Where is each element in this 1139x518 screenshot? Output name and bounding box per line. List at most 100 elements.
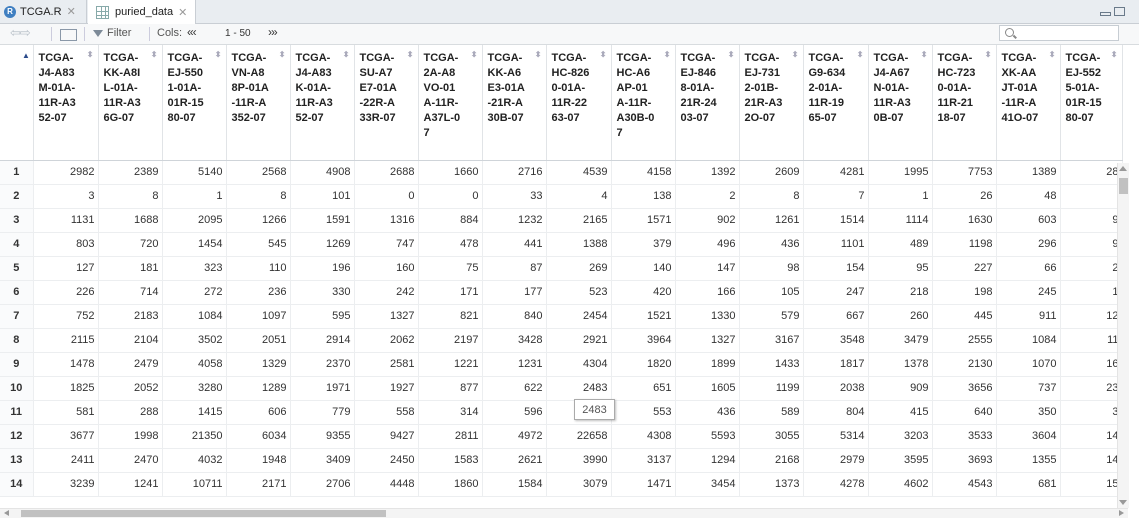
table-cell[interactable]: 140 — [611, 256, 676, 281]
table-cell[interactable]: 2609 — [739, 160, 804, 185]
sort-icon[interactable]: ⬍ — [792, 47, 799, 62]
table-cell[interactable]: 1232 — [482, 208, 547, 233]
column-header[interactable]: TCGA-EJ-5525-01A-01R-1580-07 ⬍ — [1060, 45, 1123, 161]
table-cell[interactable]: 4304 — [546, 352, 612, 377]
table-cell[interactable]: 436 — [739, 232, 804, 257]
table-cell[interactable]: 2411 — [33, 448, 99, 473]
table-cell[interactable]: 3137 — [611, 448, 676, 473]
table-cell[interactable]: 911 — [996, 304, 1061, 329]
table-cell[interactable]: 1521 — [611, 304, 676, 329]
table-cell[interactable]: 496 — [675, 232, 740, 257]
table-cell[interactable]: 420 — [611, 280, 676, 305]
table-cell[interactable]: 3533 — [932, 424, 997, 449]
table-cell[interactable]: 1378 — [868, 352, 933, 377]
table-cell[interactable]: 260 — [868, 304, 933, 329]
table-cell[interactable]: 720 — [98, 232, 163, 257]
table-cell[interactable]: 3055 — [739, 424, 804, 449]
table-cell[interactable]: 2450 — [354, 448, 419, 473]
table-cell[interactable]: 3595 — [868, 448, 933, 473]
table-cell[interactable]: 1 — [1060, 280, 1123, 305]
table-cell[interactable]: 110 — [226, 256, 291, 281]
table-cell[interactable]: 9 — [1060, 208, 1123, 233]
sort-icon[interactable]: ⬍ — [471, 47, 478, 62]
table-cell[interactable]: 1860 — [418, 472, 483, 497]
table-cell[interactable]: 884 — [418, 208, 483, 233]
table-cell[interactable]: 1084 — [996, 328, 1061, 353]
table-cell[interactable]: 1199 — [739, 376, 804, 401]
table-cell[interactable]: 296 — [996, 232, 1061, 257]
table-cell[interactable]: 1820 — [611, 352, 676, 377]
table-cell[interactable]: 3964 — [611, 328, 676, 353]
table-cell[interactable]: 242 — [354, 280, 419, 305]
table-cell[interactable]: 196 — [290, 256, 355, 281]
table-cell[interactable]: 1101 — [803, 232, 869, 257]
table-cell[interactable]: 2370 — [290, 352, 355, 377]
table-cell[interactable]: 1269 — [290, 232, 355, 257]
table-cell[interactable]: 14 — [1060, 424, 1123, 449]
table-cell[interactable]: 3203 — [868, 424, 933, 449]
table-cell[interactable]: 1688 — [98, 208, 163, 233]
table-cell[interactable]: 1316 — [354, 208, 419, 233]
table-cell[interactable]: 9 — [1060, 232, 1123, 257]
sort-icon[interactable]: ⬍ — [1049, 47, 1056, 62]
table-cell[interactable]: 1415 — [162, 400, 227, 425]
sort-icon[interactable]: ⬍ — [921, 47, 928, 62]
table-cell[interactable]: 2197 — [418, 328, 483, 353]
table-cell[interactable]: 66 — [996, 256, 1061, 281]
table-cell[interactable]: 21350 — [162, 424, 227, 449]
table-cell[interactable]: 3280 — [162, 376, 227, 401]
table-cell[interactable]: 236 — [226, 280, 291, 305]
table-cell[interactable]: 1514 — [803, 208, 869, 233]
table-cell[interactable]: 651 — [611, 376, 676, 401]
column-header[interactable]: TCGA-J4-A83K-01A-11R-A352-07 ⬍ — [290, 45, 355, 161]
table-cell[interactable]: 8 — [98, 184, 163, 209]
scroll-thumb[interactable] — [21, 510, 386, 517]
table-cell[interactable]: 596 — [482, 400, 547, 425]
table-cell[interactable]: 227 — [932, 256, 997, 281]
table-cell[interactable]: 9355 — [290, 424, 355, 449]
table-cell[interactable]: 581 — [33, 400, 99, 425]
table-cell[interactable]: 1131 — [33, 208, 99, 233]
table-cell[interactable]: 8 — [739, 184, 804, 209]
column-header[interactable]: TCGA-KK-A6E3-01A-21R-A30B-07 ⬍ — [482, 45, 547, 161]
table-cell[interactable]: 4032 — [162, 448, 227, 473]
table-cell[interactable]: 1 — [868, 184, 933, 209]
table-cell[interactable]: 489 — [868, 232, 933, 257]
table-cell[interactable]: 1660 — [418, 160, 483, 185]
table-cell[interactable]: 127 — [33, 256, 99, 281]
table-cell[interactable]: 177 — [482, 280, 547, 305]
table-cell[interactable]: 1330 — [675, 304, 740, 329]
scroll-thumb[interactable] — [1119, 178, 1128, 194]
table-cell[interactable]: 1478 — [33, 352, 99, 377]
table-cell[interactable]: 2982 — [33, 160, 99, 185]
popout-icon[interactable] — [60, 29, 77, 41]
table-cell[interactable]: 553 — [611, 400, 676, 425]
table-cell[interactable]: 4972 — [482, 424, 547, 449]
table-cell[interactable]: 667 — [803, 304, 869, 329]
cols-prev-button[interactable]: «‹ — [187, 25, 197, 39]
sort-icon[interactable]: ⬍ — [985, 47, 992, 62]
close-icon[interactable]: ✕ — [178, 6, 187, 19]
table-cell[interactable]: 4158 — [611, 160, 676, 185]
table-cell[interactable]: 5140 — [162, 160, 227, 185]
table-cell[interactable]: 33 — [482, 184, 547, 209]
table-cell[interactable]: 2811 — [418, 424, 483, 449]
table-cell[interactable]: 2621 — [482, 448, 547, 473]
table-cell[interactable]: 1388 — [546, 232, 612, 257]
column-header[interactable]: TCGA-KK-A8IL-01A-11R-A36G-07 ⬍ — [98, 45, 163, 161]
table-cell[interactable]: 350 — [996, 400, 1061, 425]
table-cell[interactable]: 558 — [354, 400, 419, 425]
table-cell[interactable]: 579 — [739, 304, 804, 329]
sort-icon[interactable]: ⬍ — [87, 47, 94, 62]
column-header[interactable]: TCGA-G9-6342-01A-11R-1965-07 ⬍ — [803, 45, 869, 161]
table-cell[interactable]: 314 — [418, 400, 483, 425]
table-cell[interactable]: 3167 — [739, 328, 804, 353]
table-cell[interactable]: 181 — [98, 256, 163, 281]
column-header[interactable]: TCGA-J4-A67N-01A-11R-A30B-07 ⬍ — [868, 45, 933, 161]
table-cell[interactable]: 2483 — [546, 376, 612, 401]
column-header[interactable]: TCGA-SU-A7E7-01A-22R-A33R-07 ⬍ — [354, 45, 419, 161]
table-cell[interactable]: 1927 — [354, 376, 419, 401]
table-cell[interactable]: 323 — [162, 256, 227, 281]
table-cell[interactable]: 840 — [482, 304, 547, 329]
table-cell[interactable]: 379 — [611, 232, 676, 257]
